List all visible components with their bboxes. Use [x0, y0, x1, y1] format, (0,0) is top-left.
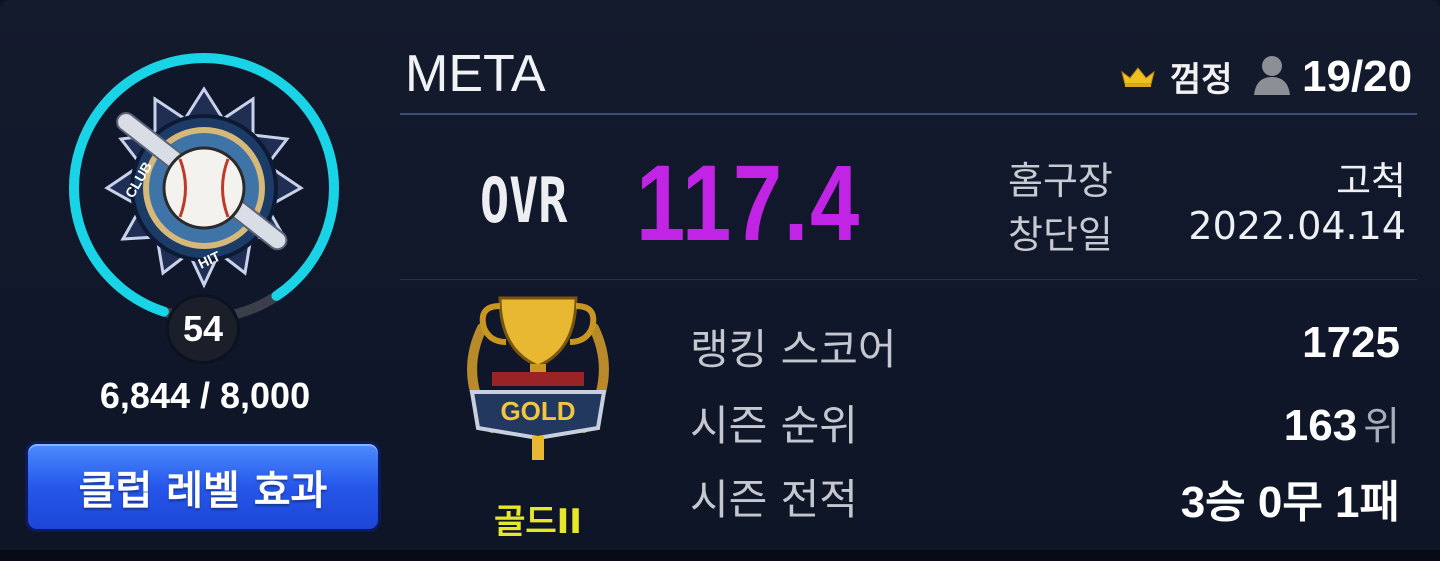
- founded-value: 2022.04.14: [1188, 204, 1406, 248]
- tier-label: 골드II: [494, 502, 582, 542]
- ovr-label: OVR: [480, 164, 568, 237]
- tier-badge-text: GOLD: [500, 396, 575, 426]
- person-icon: [1254, 56, 1290, 95]
- season-rank-label: 시즌 순위: [690, 401, 858, 450]
- club-name: META: [405, 45, 546, 103]
- gold-trophy-icon: GOLD: [467, 296, 609, 460]
- header-divider: [400, 113, 1417, 115]
- season-rank-number: 163: [1283, 401, 1358, 450]
- club-info-panel: CLUB HIT 54 6,844 / 8,000 클럽 레벨 효과 META …: [0, 0, 1440, 561]
- ovr-value: 117.4: [636, 142, 861, 263]
- rank-score-value: 1725: [1302, 318, 1400, 367]
- club-level-effect-button[interactable]: 클럽 레벨 효과: [25, 441, 381, 532]
- club-level-badge: 54: [166, 294, 240, 364]
- season-rank-value: 163 위: [1284, 394, 1400, 452]
- bottom-strip: [0, 550, 1440, 561]
- section-divider: [400, 279, 1417, 280]
- club-exp-text: 6,844 / 8,000: [99, 375, 311, 416]
- member-count: 19/20: [1302, 52, 1413, 101]
- level-progress-ring: CLUB HIT: [69, 53, 339, 323]
- season-record-label: 시즌 전적: [690, 475, 858, 524]
- founded-label: 창단일: [1008, 213, 1113, 257]
- crown-icon: [1121, 67, 1155, 87]
- rank-score-label: 랭킹 스코어: [690, 325, 897, 374]
- stadium-value: 고척: [1336, 159, 1406, 203]
- season-record-value: 3승 0무 1패: [1180, 478, 1400, 527]
- club-owner-name: 껌정: [1170, 60, 1233, 100]
- club-emblem[interactable]: CLUB HIT: [63, 47, 345, 329]
- season-rank-unit: 위: [1363, 405, 1400, 449]
- stadium-label: 홈구장: [1008, 159, 1113, 203]
